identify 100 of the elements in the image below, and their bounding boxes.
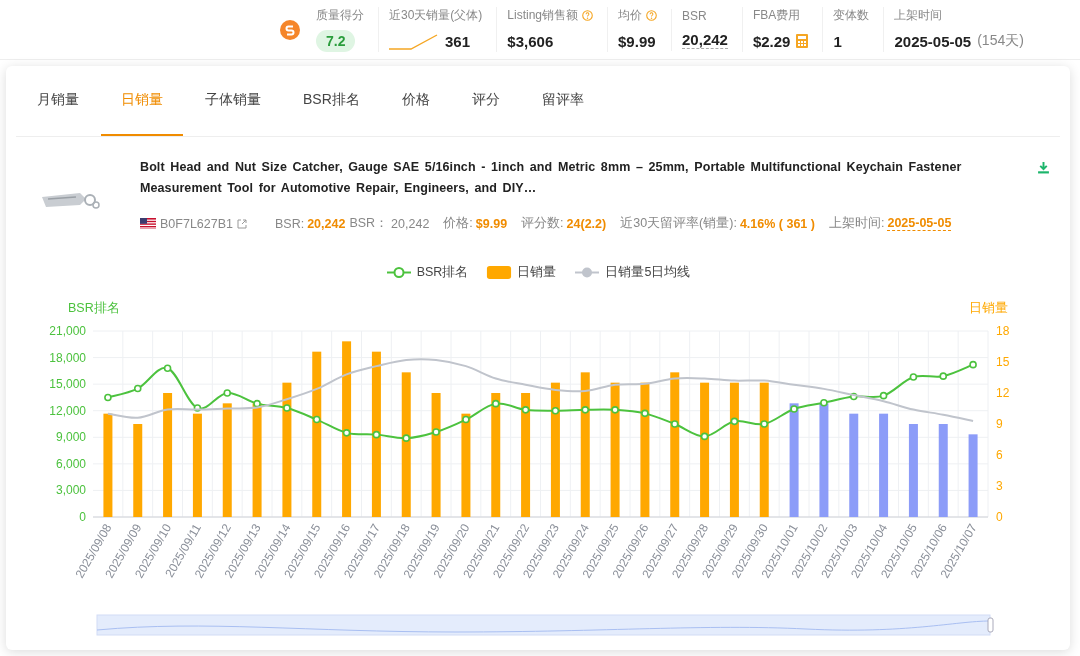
data-point[interactable]	[700, 432, 709, 441]
fact-label: 价格:	[443, 215, 473, 232]
bar[interactable]	[849, 413, 859, 517]
bar[interactable]	[729, 382, 739, 517]
bar[interactable]	[819, 403, 829, 517]
bar[interactable]	[461, 413, 471, 517]
bar[interactable]	[401, 372, 411, 517]
bar[interactable]	[640, 382, 650, 517]
bar[interactable]	[312, 351, 322, 517]
tab[interactable]: 价格	[381, 66, 450, 136]
asin-link[interactable]: B0F7L627B1	[160, 216, 233, 231]
legend-line-icon[interactable]	[385, 265, 412, 279]
legend-label[interactable]: 日销量	[517, 263, 557, 281]
bar[interactable]	[670, 372, 680, 517]
us-flag-icon	[140, 218, 156, 229]
data-point[interactable]	[193, 404, 202, 412]
stat-label: 近30天销量(父体)	[389, 7, 483, 24]
axis-tick-label: 15	[996, 355, 1010, 369]
axis-tick-label: 12,000	[49, 403, 86, 418]
data-point[interactable]	[790, 405, 798, 413]
bar[interactable]	[580, 372, 590, 517]
help-icon[interactable]	[646, 10, 658, 21]
bar[interactable]	[550, 382, 560, 517]
tab[interactable]: 子体销量	[185, 66, 281, 136]
axis-tick-label: 9,000	[55, 430, 86, 445]
fact-value: 2025-05-05	[887, 216, 952, 231]
data-point[interactable]	[462, 415, 470, 424]
data-point[interactable]	[670, 420, 679, 428]
stat-value: $9.99	[618, 32, 656, 50]
stat-value: 1	[833, 32, 842, 50]
data-point[interactable]	[939, 372, 948, 380]
bar[interactable]	[759, 382, 769, 517]
data-point[interactable]	[163, 364, 172, 372]
tab[interactable]: 月销量	[17, 66, 99, 136]
data-point[interactable]	[342, 429, 351, 437]
data-point[interactable]	[372, 430, 381, 439]
bar[interactable]	[252, 403, 262, 517]
data-point[interactable]	[581, 406, 590, 414]
download-icon[interactable]	[1037, 161, 1050, 174]
bar[interactable]	[700, 382, 710, 517]
axis-tick-label: 3,000	[55, 483, 86, 498]
bar[interactable]	[968, 434, 978, 517]
tab[interactable]: 评分	[451, 66, 520, 136]
bar[interactable]	[431, 393, 441, 517]
data-point[interactable]	[402, 434, 411, 442]
bar[interactable]	[371, 351, 381, 517]
data-point[interactable]	[611, 406, 619, 414]
bar[interactable]	[908, 424, 918, 517]
legend-line-icon[interactable]	[574, 265, 601, 279]
tab[interactable]: BSR排名	[283, 66, 380, 136]
bar[interactable]	[163, 393, 173, 517]
fact-value: 4.16% ( 361 )	[739, 216, 815, 231]
help-icon[interactable]	[582, 10, 594, 21]
data-point[interactable]	[820, 398, 828, 407]
logo-icon	[280, 19, 300, 40]
bar[interactable]	[491, 393, 501, 517]
axis-tick-label: 9	[996, 417, 1003, 431]
stat-value[interactable]: 20,242	[682, 30, 728, 49]
bar[interactable]	[938, 424, 948, 517]
bar[interactable]	[342, 341, 352, 517]
data-point[interactable]	[909, 373, 918, 381]
stat-value: 2025-05-05	[894, 32, 972, 50]
range-slider[interactable]	[96, 614, 994, 636]
stat-label: 质量得分	[316, 7, 364, 24]
product-title[interactable]: Bolt Head and Nut Size Catcher, Gauge SAE 5/16inch - 1inch and Metric 8mm – 25mm, Portable Multifunctional Keychain Fastener Measurement Tool for Automotive Repair, Engineers, and DIY…	[140, 157, 1021, 199]
bar[interactable]	[282, 382, 292, 517]
bar[interactable]	[192, 413, 202, 517]
data-point[interactable]	[491, 399, 500, 408]
axis-tick-label: 21,000	[49, 324, 86, 338]
bar[interactable]	[133, 424, 143, 517]
data-point[interactable]	[223, 389, 232, 397]
legend-label[interactable]: 日销量5日均线	[605, 263, 691, 281]
data-point[interactable]	[133, 384, 142, 393]
data-point[interactable]	[521, 406, 530, 414]
data-point[interactable]	[879, 391, 888, 400]
data-point[interactable]	[730, 417, 739, 426]
data-point[interactable]	[760, 420, 769, 428]
legend-label[interactable]: BSR排名	[416, 263, 469, 281]
stat-label: 均价	[618, 7, 643, 24]
data-point[interactable]	[312, 415, 321, 424]
calculator-icon[interactable]	[796, 34, 809, 48]
bar[interactable]	[789, 403, 799, 517]
data-point[interactable]	[641, 409, 649, 418]
data-point[interactable]	[969, 360, 977, 369]
stat-label: BSR	[682, 8, 707, 23]
data-point[interactable]	[432, 428, 440, 436]
stat-label: 变体数	[833, 7, 870, 24]
data-point[interactable]	[104, 393, 112, 402]
bar[interactable]	[521, 393, 531, 517]
bar[interactable]	[103, 413, 113, 517]
bar[interactable]	[879, 413, 889, 517]
data-point[interactable]	[849, 392, 858, 401]
bar[interactable]	[222, 403, 232, 517]
tab[interactable]: 留评率	[521, 66, 604, 136]
data-point[interactable]	[283, 404, 291, 412]
bar[interactable]	[610, 382, 620, 517]
external-link-icon[interactable]	[237, 218, 247, 229]
data-point[interactable]	[253, 399, 261, 408]
data-point[interactable]	[551, 406, 560, 415]
legend-bar-icon[interactable]	[486, 265, 513, 279]
